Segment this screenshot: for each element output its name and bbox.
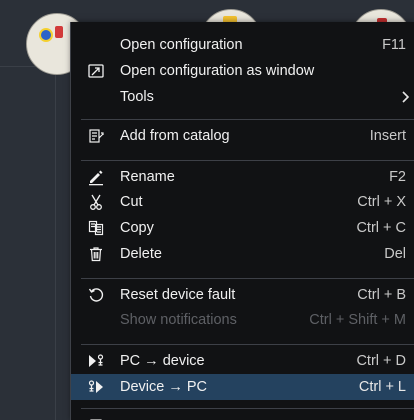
menu-item-copy[interactable]: Copy Ctrl + C [71,215,414,241]
context-menu: Open configuration F11 Open configuratio… [71,22,414,420]
menu-item-open-configuration-window[interactable]: Open configuration as window [71,58,414,84]
menu-item-label: Device → PC [120,379,208,395]
device-status-icon [39,28,53,42]
menu-item-label: Rename [120,169,175,185]
menu-item-shortcut: Ctrl + X [357,194,406,210]
menu-item-shortcut: Ctrl + B [357,287,406,303]
menu-separator [81,344,414,345]
menu-item-label: Copy [120,220,154,236]
menu-item-device-to-pc[interactable]: Device → PC Ctrl + L [71,374,414,400]
copy-icon [87,219,105,237]
menu-item-shortcut: Insert [369,128,406,144]
menu-separator [81,278,414,279]
menu-item-label: Delete [120,246,162,262]
menu-item-reset-device-fault[interactable]: Reset device fault Ctrl + B [71,282,414,308]
menu-item-show-notifications: Show notifications Ctrl + Shift + M [71,307,414,333]
menu-separator [81,408,414,409]
menu-item-label: Add from catalog [120,128,230,144]
menu-separator [81,160,414,161]
menu-item-shortcut: Del [384,246,406,262]
menu-item-tools[interactable]: Tools [71,84,414,110]
menu-item-rename[interactable]: Rename F2 [71,164,414,190]
chevron-right-icon [402,91,410,103]
open-window-icon [87,62,105,80]
scissors-icon [87,193,105,211]
menu-item-label: Show notifications [120,312,237,328]
device-to-pc-icon [87,378,105,396]
menu-item-shortcut: F2 [389,169,406,185]
menu-item-delete[interactable]: Delete Del [71,241,414,267]
menu-item-label: Cut [120,194,143,210]
device-fault-icon [55,26,63,38]
menu-item-label: Reset device fault [120,287,236,303]
pencil-icon [87,168,105,186]
menu-item-shortcut: Ctrl + D [356,353,406,369]
menu-separator [81,119,414,120]
menu-item-add-from-catalog[interactable]: Add from catalog Insert [71,123,414,149]
trash-icon [87,245,105,263]
menu-item-label: Tools [120,89,154,105]
menu-item-label: PC → device [120,353,205,369]
menu-item-shortcut: Ctrl + L [358,379,406,395]
menu-item-pc-to-device[interactable]: PC → device Ctrl + D [71,348,414,374]
menu-item-cut[interactable]: Cut Ctrl + X [71,189,414,215]
menu-item-open-configuration[interactable]: Open configuration F11 [71,32,414,58]
catalog-add-icon [87,127,105,145]
menu-item-label: Open configuration as window [120,63,315,79]
menu-item-next[interactable] [71,414,414,420]
canvas-connection-line [55,60,56,420]
menu-item-shortcut: Ctrl + Shift + M [309,312,406,328]
pc-to-device-icon [87,352,105,370]
menu-item-label: Open configuration [120,37,243,53]
reset-icon [87,286,105,304]
menu-item-shortcut: Ctrl + C [356,220,406,236]
menu-item-shortcut: F11 [382,37,406,53]
